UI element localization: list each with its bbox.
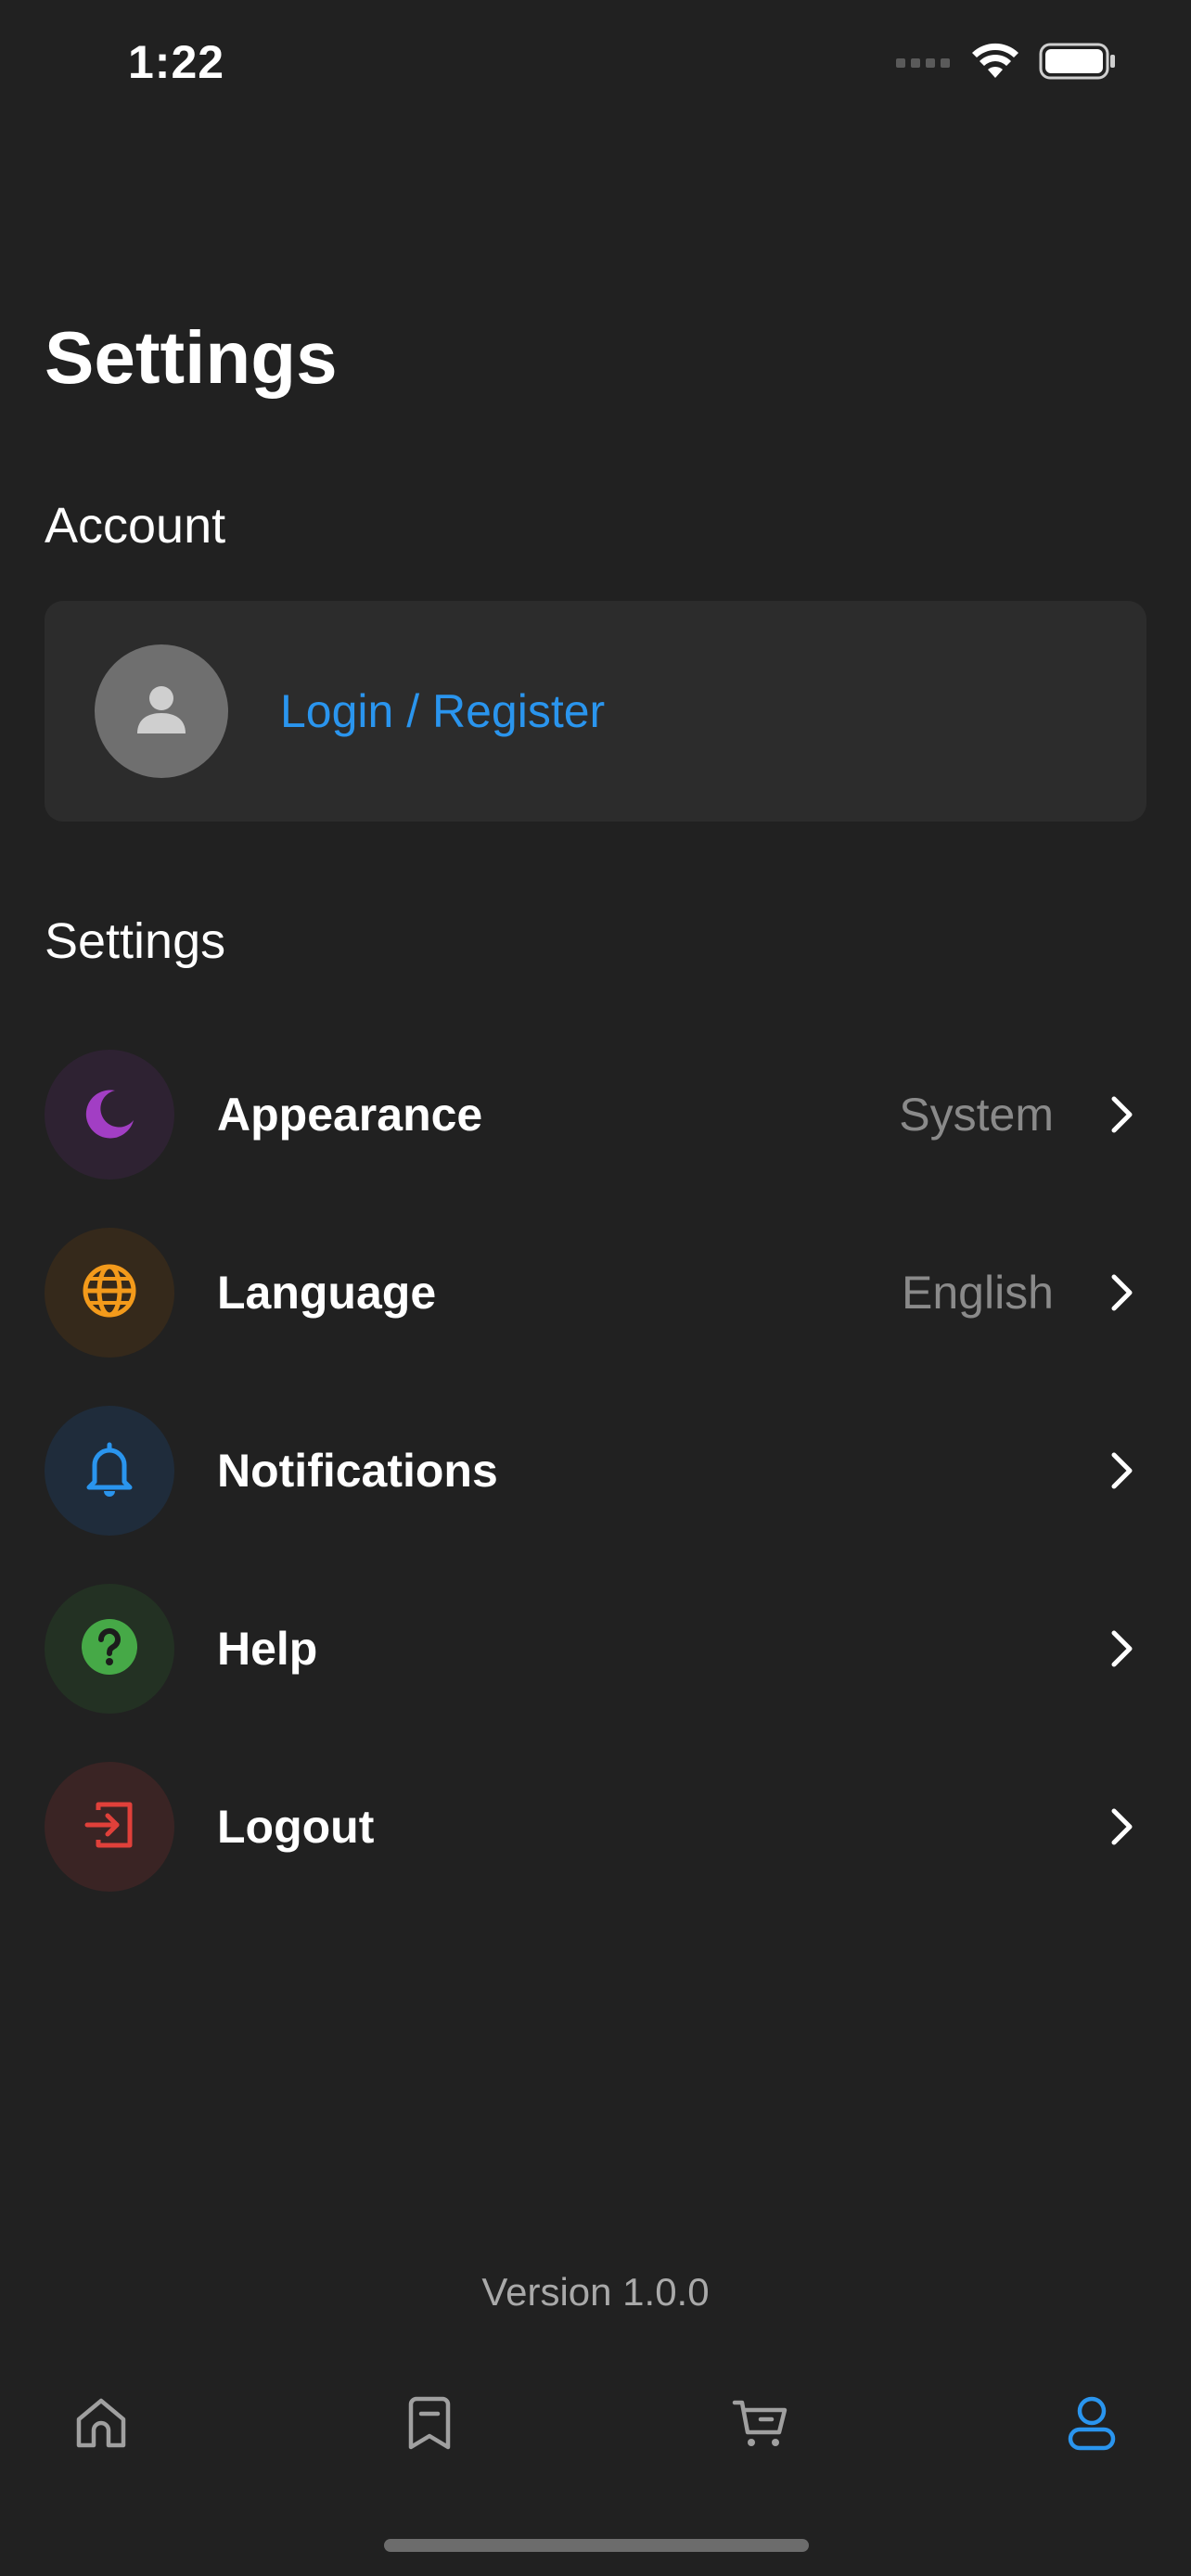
settings-list: Appearance System Language English Notif… [45, 1026, 1146, 1916]
chevron-right-icon [1104, 1273, 1141, 1312]
chevron-right-icon [1104, 1095, 1141, 1134]
page-title: Settings [45, 316, 338, 399]
chevron-right-icon [1104, 1451, 1141, 1490]
bell-icon [82, 1439, 137, 1503]
tab-bar [0, 2374, 1191, 2476]
notifications-icon-circle [45, 1406, 174, 1536]
settings-item-value: System [899, 1089, 1054, 1141]
moon-icon [82, 1085, 137, 1145]
account-card[interactable]: Login / Register [45, 601, 1146, 822]
status-bar: 1:22 [0, 0, 1191, 130]
wifi-icon [972, 43, 1018, 84]
tab-home[interactable] [50, 2374, 152, 2476]
logout-icon [82, 1797, 137, 1857]
settings-item-language[interactable]: Language English [45, 1204, 1146, 1382]
signal-dots-icon [896, 55, 952, 72]
version-label: Version 1.0.0 [481, 2270, 710, 2314]
settings-item-label: Logout [217, 1801, 375, 1853]
appearance-icon-circle [45, 1050, 174, 1180]
tab-cart[interactable] [709, 2374, 811, 2476]
settings-item-notifications[interactable]: Notifications [45, 1382, 1146, 1560]
settings-item-logout[interactable]: Logout [45, 1738, 1146, 1916]
settings-section-title: Settings [45, 913, 226, 969]
logout-icon-circle [45, 1762, 174, 1892]
avatar [95, 644, 228, 778]
login-register-link[interactable]: Login / Register [280, 684, 605, 738]
settings-item-help[interactable]: Help [45, 1560, 1146, 1738]
status-icons [896, 43, 1117, 84]
cart-icon [731, 2395, 788, 2455]
language-icon-circle [45, 1228, 174, 1358]
settings-item-label: Language [217, 1267, 437, 1319]
chevron-right-icon [1104, 1807, 1141, 1846]
settings-item-label: Notifications [217, 1445, 498, 1497]
help-icon-circle [45, 1584, 174, 1714]
settings-item-appearance[interactable]: Appearance System [45, 1026, 1146, 1204]
tab-bookmarks[interactable] [378, 2374, 480, 2476]
status-time: 1:22 [128, 36, 225, 88]
battery-icon [1039, 43, 1117, 84]
settings-item-label: Help [217, 1623, 318, 1675]
globe-icon [80, 1261, 139, 1325]
profile-icon [1066, 2394, 1118, 2456]
bookmark-icon [405, 2395, 454, 2455]
account-section-title: Account [45, 498, 226, 554]
help-icon [80, 1617, 139, 1681]
person-icon [132, 680, 191, 744]
home-indicator [384, 2539, 809, 2552]
tab-profile[interactable] [1041, 2374, 1143, 2476]
chevron-right-icon [1104, 1629, 1141, 1668]
home-icon [73, 2395, 129, 2455]
settings-item-label: Appearance [217, 1089, 483, 1141]
settings-item-value: English [902, 1267, 1054, 1319]
